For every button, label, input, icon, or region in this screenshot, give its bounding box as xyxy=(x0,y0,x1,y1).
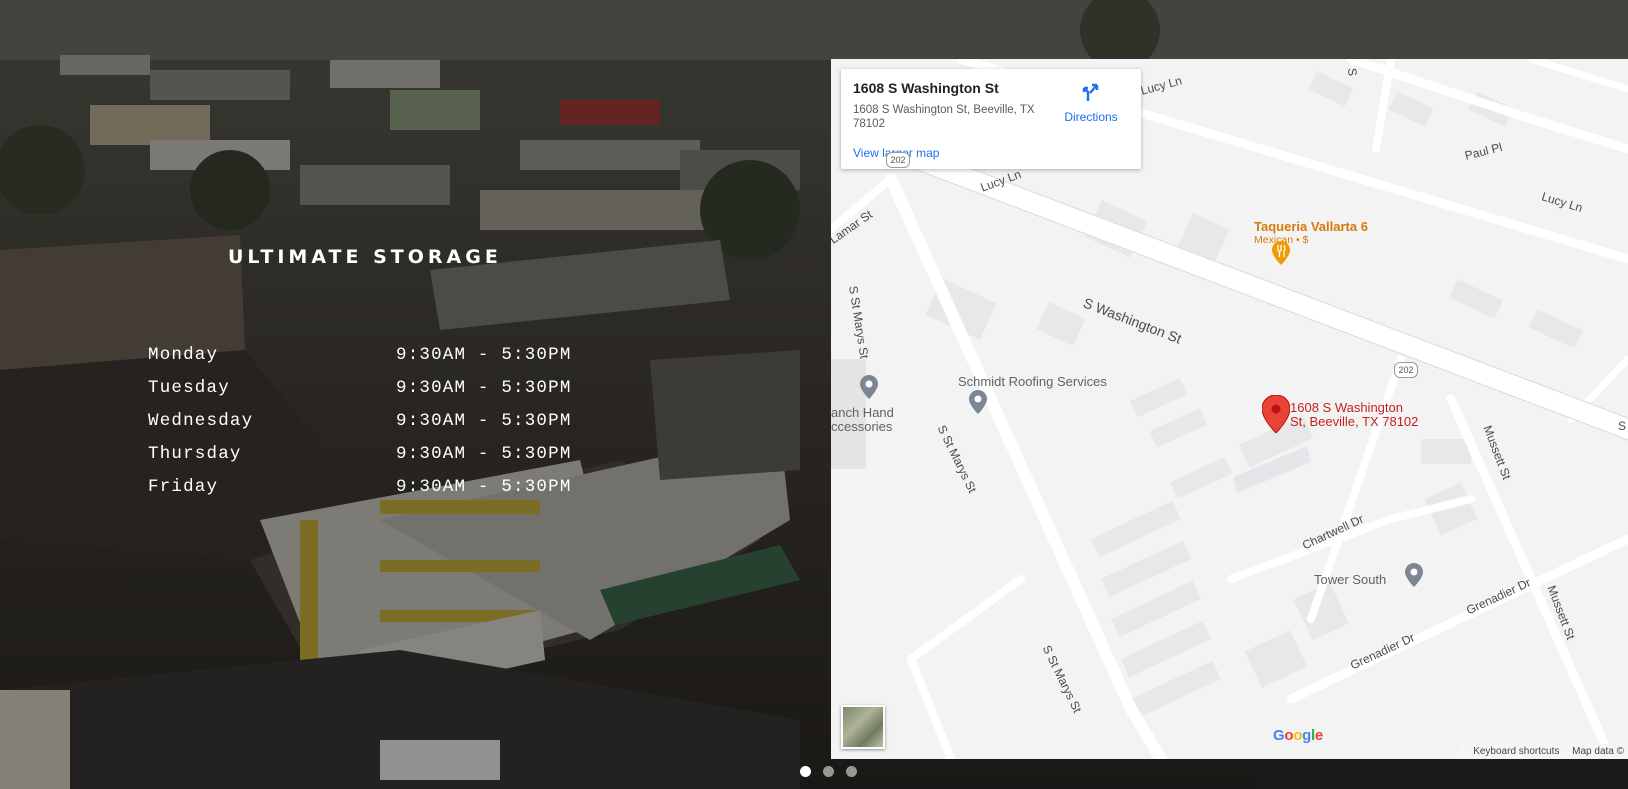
place-address: 1608 S Washington St, Beeville, TX 78102 xyxy=(853,104,1035,130)
marker-address-line: St, Beeville, TX 78102 xyxy=(1290,414,1419,429)
satellite-layer-toggle[interactable] xyxy=(841,705,885,749)
place-pin-icon[interactable] xyxy=(969,390,987,414)
hours-row: Thursday 9:30AM - 5:30PM xyxy=(148,437,572,470)
hours-time: 9:30AM - 5:30PM xyxy=(396,443,572,464)
slider-dot[interactable] xyxy=(823,766,834,777)
slider-pagination xyxy=(800,766,857,777)
street-label: S xyxy=(1618,419,1627,433)
business-name: ULTIMATE STORAGE xyxy=(228,246,502,268)
poi-ranch-hand[interactable]: anch Hand ccessories xyxy=(831,406,894,434)
marker-address-line: 1608 S Washington xyxy=(1290,400,1403,415)
place-pin-icon[interactable] xyxy=(860,375,878,399)
hours-row: Wednesday 9:30AM - 5:30PM xyxy=(148,404,572,437)
hours-time: 9:30AM - 5:30PM xyxy=(396,344,572,365)
hours-time: 9:30AM - 5:30PM xyxy=(396,377,572,398)
directions-label: Directions xyxy=(1064,110,1118,124)
hours-day: Tuesday xyxy=(148,377,230,398)
google-logo-letter: G xyxy=(1273,727,1285,744)
map-data-link[interactable]: Map data © xyxy=(1572,746,1624,757)
route-shield: 202 xyxy=(1394,362,1418,378)
poi-tower-south[interactable]: Tower South xyxy=(1314,572,1386,587)
place-title: 1608 S Washington St xyxy=(853,80,999,96)
hours-time: 9:30AM - 5:30PM xyxy=(396,476,572,497)
poi-schmidt-roofing[interactable]: Schmidt Roofing Services xyxy=(958,374,1107,389)
poi-taqueria-name[interactable]: Taqueria Vallarta 6 xyxy=(1254,219,1368,234)
marker-address-label: 1608 S Washington St, Beeville, TX 78102 xyxy=(1290,401,1418,429)
keyboard-shortcuts-link[interactable]: Keyboard shortcuts xyxy=(1473,746,1559,757)
directions-icon xyxy=(1082,83,1099,101)
google-logo: Google xyxy=(1273,727,1323,744)
hours-day: Friday xyxy=(148,476,219,497)
slider-dot[interactable] xyxy=(846,766,857,777)
restaurant-icon[interactable] xyxy=(1272,241,1290,265)
place-pin-icon[interactable] xyxy=(1405,563,1423,587)
hours-day: Monday xyxy=(148,344,219,365)
business-hours: Monday 9:30AM - 5:30PM Tuesday 9:30AM - … xyxy=(148,338,572,503)
poi-ranch-hand-line: ccessories xyxy=(831,419,893,434)
route-shield: 202 xyxy=(886,152,910,168)
google-logo-letter: e xyxy=(1314,727,1323,744)
google-logo-letter: g xyxy=(1302,727,1311,744)
map-footer: Keyboard shortcuts Map data © xyxy=(1459,744,1628,759)
hours-day: Wednesday xyxy=(148,410,254,431)
location-marker-icon[interactable] xyxy=(1262,395,1290,433)
hours-time: 9:30AM - 5:30PM xyxy=(396,410,572,431)
poi-ranch-hand-line: anch Hand xyxy=(831,405,894,420)
hours-day: Thursday xyxy=(148,443,242,464)
hours-row: Monday 9:30AM - 5:30PM xyxy=(148,338,572,371)
street-label: S xyxy=(1345,67,1360,77)
google-logo-letter: o xyxy=(1293,727,1303,744)
hours-row: Friday 9:30AM - 5:30PM xyxy=(148,470,572,503)
slider-dot[interactable] xyxy=(800,766,811,777)
google-logo-letter: o xyxy=(1284,727,1294,744)
directions-button[interactable]: Directions xyxy=(1051,81,1131,124)
hours-row: Tuesday 9:30AM - 5:30PM xyxy=(148,371,572,404)
google-map-embed[interactable]: 1608 S Washington St 1608 S Washington S… xyxy=(831,59,1628,759)
